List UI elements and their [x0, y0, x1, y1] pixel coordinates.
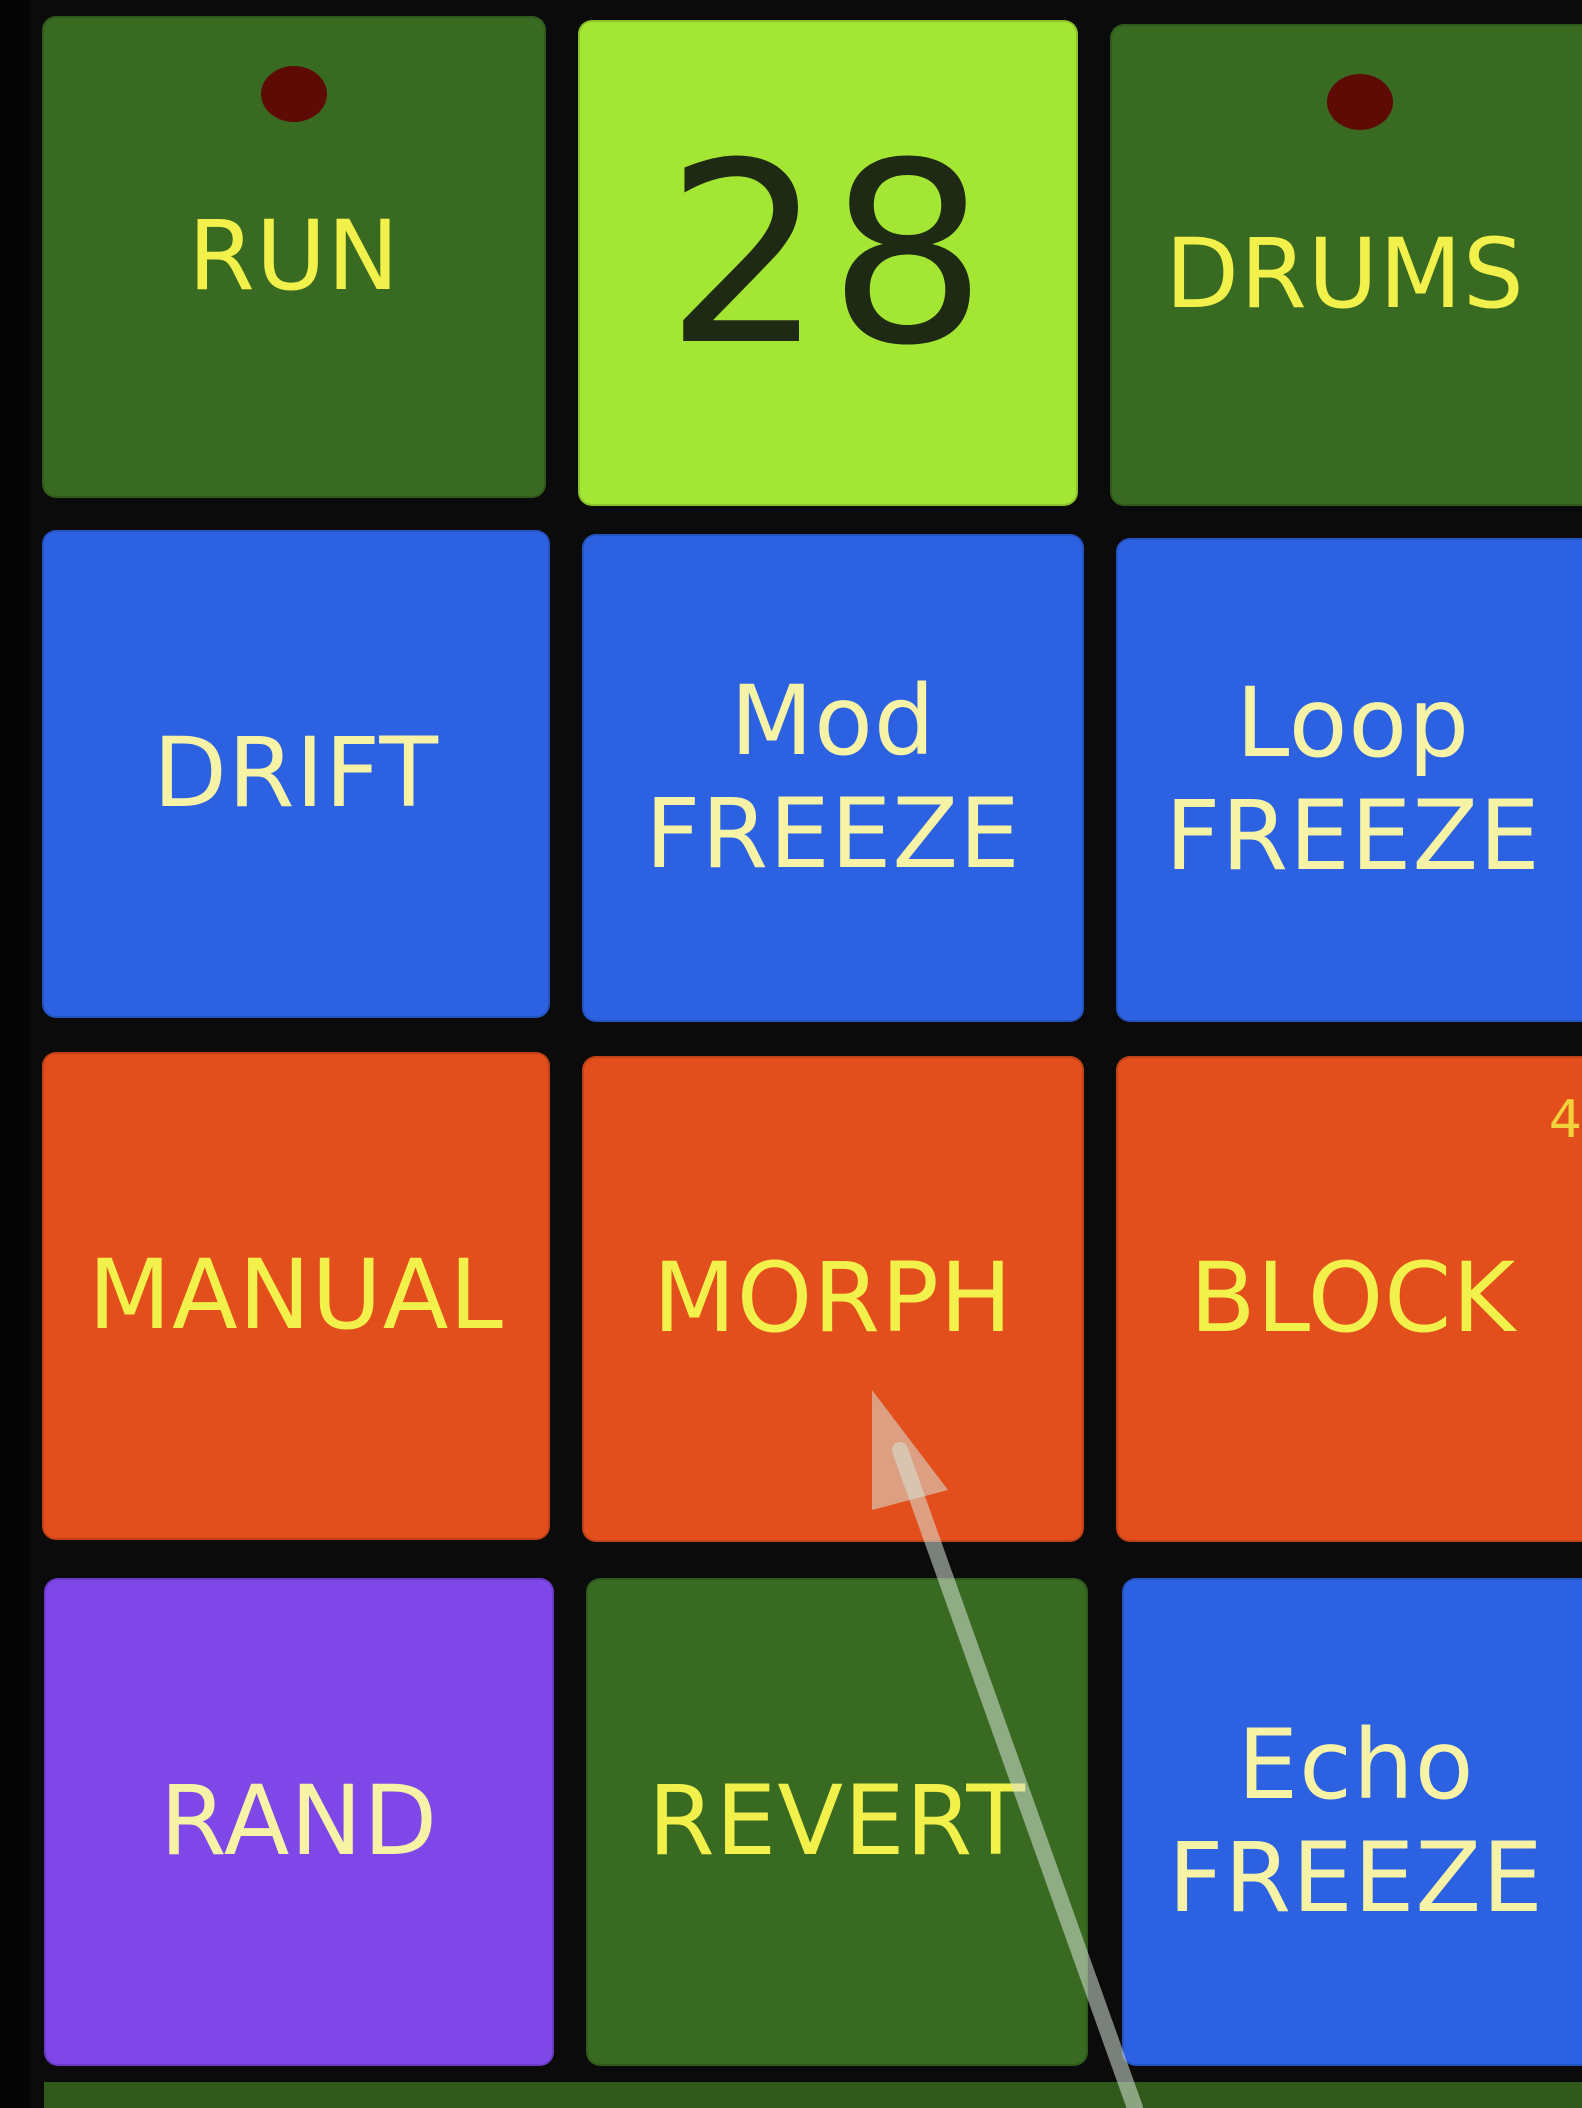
- echo-freeze-line2: FREEZE: [1168, 1822, 1544, 1934]
- revert-button[interactable]: REVERT: [586, 1578, 1088, 2066]
- drift-button[interactable]: DRIFT: [42, 530, 550, 1018]
- morph-button[interactable]: MORPH: [582, 1056, 1084, 1542]
- echo-freeze-button[interactable]: Echo FREEZE: [1122, 1578, 1582, 2066]
- block-label: BLOCK: [1189, 1242, 1517, 1355]
- drift-label: DRIFT: [152, 717, 440, 830]
- run-button[interactable]: RUN: [42, 16, 546, 498]
- drums-label: DRUMS: [1165, 218, 1525, 331]
- screen-bezel: [0, 0, 30, 2108]
- run-led-icon: [261, 66, 327, 122]
- loop-freeze-line1: Loop: [1235, 666, 1471, 779]
- pad-grid-screen: RUN 28 DRUMS DRIFT Mod FREEZE Loop FREEZ…: [0, 0, 1582, 2108]
- drums-led-icon: [1327, 74, 1393, 130]
- mod-freeze-line1: Mod: [730, 664, 936, 777]
- counter-display[interactable]: 28: [578, 20, 1078, 506]
- mod-freeze-line2: FREEZE: [645, 778, 1021, 890]
- rand-button[interactable]: RAND: [44, 1578, 554, 2066]
- rand-label: RAND: [159, 1765, 439, 1878]
- corner-number: 4: [1548, 1090, 1582, 1150]
- loop-freeze-button[interactable]: Loop FREEZE: [1116, 538, 1582, 1022]
- block-button[interactable]: BLOCK: [1116, 1056, 1582, 1542]
- loop-freeze-line2: FREEZE: [1165, 780, 1541, 892]
- counter-value: 28: [664, 109, 992, 400]
- morph-label: MORPH: [652, 1242, 1014, 1355]
- echo-freeze-line1: Echo: [1237, 1708, 1475, 1821]
- manual-label: MANUAL: [88, 1239, 504, 1352]
- revert-label: REVERT: [647, 1765, 1027, 1878]
- drums-button[interactable]: DRUMS: [1110, 24, 1582, 506]
- mod-freeze-button[interactable]: Mod FREEZE: [582, 534, 1084, 1022]
- run-label: RUN: [188, 200, 400, 313]
- bottom-status-bar: [44, 2082, 1582, 2108]
- manual-button[interactable]: MANUAL: [42, 1052, 550, 1540]
